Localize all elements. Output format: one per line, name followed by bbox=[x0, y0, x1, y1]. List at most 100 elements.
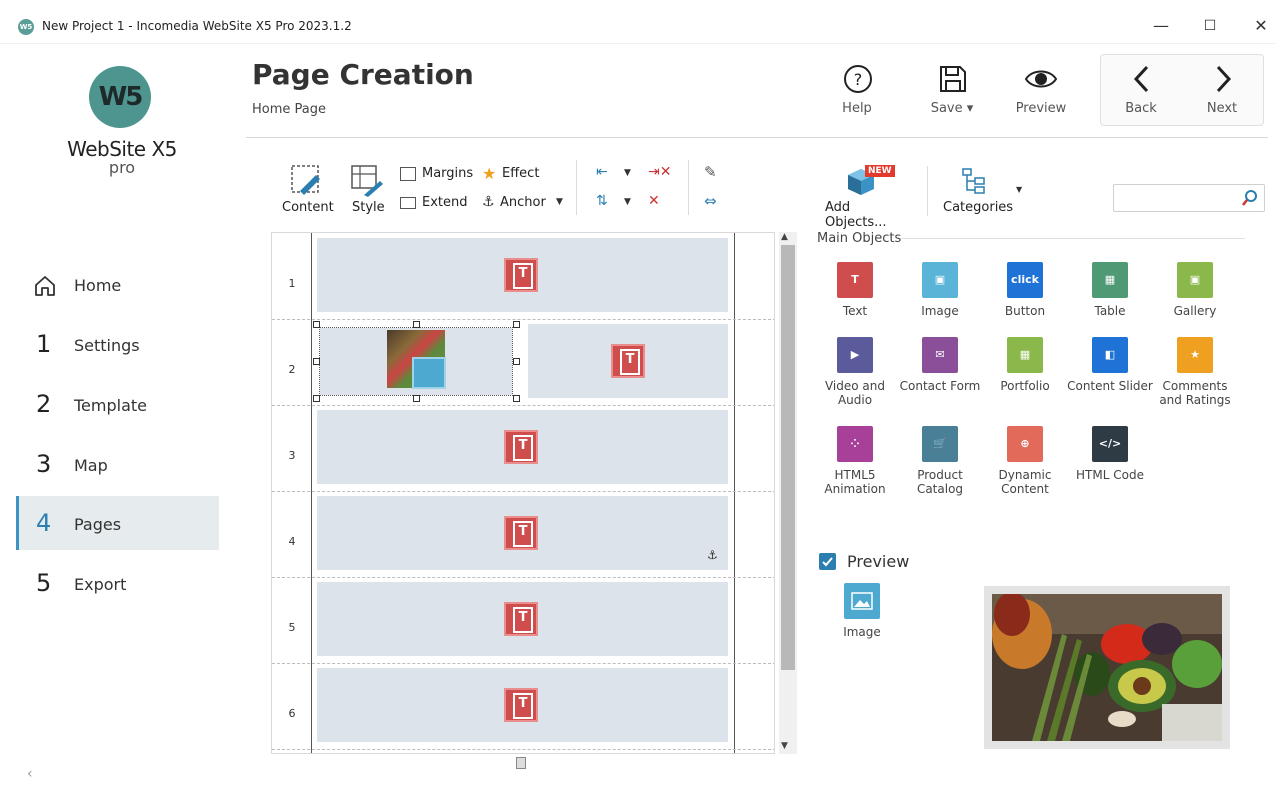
sidebar-item-map[interactable]: 3 Map bbox=[16, 438, 219, 492]
anchor-icon: ⚓ bbox=[707, 548, 718, 562]
scrollbar-thumb[interactable] bbox=[781, 245, 795, 670]
resize-handle[interactable] bbox=[513, 395, 520, 402]
sidebar-item-home[interactable]: Home bbox=[16, 258, 219, 312]
maximize-button[interactable]: ☐ bbox=[1195, 14, 1225, 38]
grid-cell[interactable] bbox=[317, 668, 728, 742]
sidebar-item-settings[interactable]: 1 Settings bbox=[16, 318, 219, 372]
object-text[interactable]: T Text bbox=[812, 262, 898, 318]
grid-cell[interactable] bbox=[317, 582, 728, 656]
object-content-slider[interactable]: ◧ Content Slider bbox=[1067, 337, 1153, 393]
text-object-icon bbox=[504, 430, 538, 464]
anchor-dropdown[interactable]: ⚓ Anchor ▼ bbox=[482, 194, 567, 213]
grid-cell[interactable]: ⚓ bbox=[317, 496, 728, 570]
object-product-catalog[interactable]: 🛒 Product Catalog bbox=[897, 426, 983, 496]
fit-width-button[interactable]: ⇔ bbox=[704, 192, 726, 212]
star-icon: ★ bbox=[482, 164, 497, 183]
object-button[interactable]: click Button bbox=[982, 262, 1068, 318]
resize-handle[interactable] bbox=[513, 358, 520, 365]
chevron-down-icon: ▼ bbox=[1016, 185, 1023, 194]
column-resize-handle[interactable] bbox=[516, 757, 526, 769]
anchor-icon: ⚓ bbox=[482, 194, 495, 210]
effect-button[interactable]: ★ Effect bbox=[482, 164, 542, 184]
html5-animation-icon: ⁘ bbox=[837, 426, 873, 462]
object-html5-animation[interactable]: ⁘ HTML5 Animation bbox=[812, 426, 898, 496]
grid-cell[interactable] bbox=[317, 410, 728, 484]
object-table[interactable]: ▦ Table bbox=[1067, 262, 1153, 318]
row-divider bbox=[272, 749, 774, 750]
sidebar-item-export[interactable]: 5 Export bbox=[16, 557, 219, 611]
row-divider bbox=[272, 319, 774, 320]
edit-properties-button[interactable]: ✎ bbox=[704, 163, 726, 183]
product-catalog-icon: 🛒 bbox=[922, 426, 958, 462]
object-gallery[interactable]: ▣ Gallery bbox=[1152, 262, 1238, 318]
align-dropdown[interactable]: ⇤ ▼ bbox=[596, 164, 636, 184]
sidebar-item-label: Template bbox=[74, 396, 148, 415]
remove-cell-button[interactable]: ⇥✕ bbox=[648, 164, 671, 184]
object-contact-form[interactable]: ✉ Contact Form bbox=[897, 337, 983, 393]
object-label: Dynamic Content bbox=[998, 468, 1052, 496]
object-video-and-audio[interactable]: ▶ Video and Audio bbox=[812, 337, 898, 407]
save-icon bbox=[940, 66, 966, 92]
margins-label: Margins bbox=[422, 166, 474, 181]
add-objects-button[interactable]: NEW Add Objects... bbox=[822, 163, 910, 230]
object-dynamic-content[interactable]: ⊕ Dynamic Content bbox=[982, 426, 1068, 496]
preview-label: Preview bbox=[1015, 101, 1067, 116]
resize-handle[interactable] bbox=[313, 321, 320, 328]
fit-width-icon: ⇔ bbox=[704, 192, 717, 210]
search-icon[interactable] bbox=[1241, 189, 1259, 207]
object-image[interactable]: ▣ Image bbox=[897, 262, 983, 318]
grid-cell[interactable] bbox=[317, 238, 728, 312]
row-divider bbox=[272, 577, 774, 578]
text-object-icon bbox=[504, 258, 538, 292]
help-button[interactable]: ? Help bbox=[822, 62, 892, 122]
preview-checkbox[interactable] bbox=[819, 553, 836, 570]
object-label: Image bbox=[921, 304, 959, 318]
sidebar-collapse-arrow[interactable]: ‹ bbox=[27, 766, 33, 782]
next-button[interactable]: Next bbox=[1187, 62, 1257, 122]
page-layout-grid[interactable]: 1 2 3 4 ⚓ 5 6 bbox=[271, 232, 775, 754]
margins-button[interactable]: Margins bbox=[400, 166, 475, 184]
resize-handle[interactable] bbox=[513, 321, 520, 328]
categories-button[interactable]: Categories ▼ bbox=[941, 163, 1026, 219]
style-button[interactable]: Style bbox=[348, 163, 388, 219]
object-portfolio[interactable]: ▦ Portfolio bbox=[982, 337, 1068, 393]
minimize-button[interactable]: — bbox=[1146, 14, 1176, 38]
object-label: Comments and Ratings bbox=[1159, 379, 1231, 407]
resize-handle[interactable] bbox=[413, 321, 420, 328]
content-button[interactable]: Content bbox=[280, 163, 334, 219]
object-label: Button bbox=[1004, 304, 1046, 318]
image-object-icon bbox=[412, 357, 446, 389]
search-input[interactable] bbox=[1118, 188, 1236, 208]
save-button[interactable]: Save ▾ bbox=[917, 62, 987, 122]
object-comments-and-ratings[interactable]: ★ Comments and Ratings bbox=[1152, 337, 1238, 407]
search-box[interactable] bbox=[1113, 184, 1265, 212]
anchor-label: Anchor bbox=[500, 195, 546, 210]
preview-object-name: Image bbox=[843, 625, 881, 639]
object-label: Portfolio bbox=[1000, 379, 1050, 393]
scroll-up-arrow[interactable]: ▲ bbox=[781, 232, 788, 242]
button-icon: click bbox=[1007, 262, 1043, 298]
window-title: New Project 1 - Incomedia WebSite X5 Pro… bbox=[42, 19, 352, 33]
help-icon: ? bbox=[844, 65, 872, 93]
back-button[interactable]: Back bbox=[1106, 62, 1176, 122]
resize-handle[interactable] bbox=[313, 395, 320, 402]
scroll-down-arrow[interactable]: ▼ bbox=[781, 741, 788, 751]
sidebar-item-template[interactable]: 2 Template bbox=[16, 378, 219, 432]
remove-row-button[interactable]: ✕ bbox=[648, 193, 670, 213]
align-icon: ⇤ bbox=[596, 164, 608, 180]
close-button[interactable]: ✕ bbox=[1246, 14, 1275, 38]
object-label: Content Slider bbox=[1067, 379, 1153, 393]
vertical-align-dropdown[interactable]: ⇅ ▼ bbox=[596, 193, 636, 213]
sidebar-item-pages[interactable]: 4 Pages bbox=[16, 496, 219, 550]
step-number: 2 bbox=[36, 390, 52, 418]
grid-cell-selected[interactable] bbox=[319, 327, 513, 396]
resize-handle[interactable] bbox=[313, 358, 320, 365]
grid-cell[interactable] bbox=[528, 324, 728, 398]
extend-button[interactable]: Extend bbox=[400, 195, 470, 213]
resize-handle[interactable] bbox=[413, 395, 420, 402]
preview-button[interactable]: Preview bbox=[1006, 62, 1076, 122]
home-icon bbox=[35, 276, 55, 296]
grid-border-left bbox=[311, 233, 312, 753]
categories-tree-icon bbox=[962, 168, 985, 194]
object-html-code[interactable]: </> HTML Code bbox=[1067, 426, 1153, 482]
